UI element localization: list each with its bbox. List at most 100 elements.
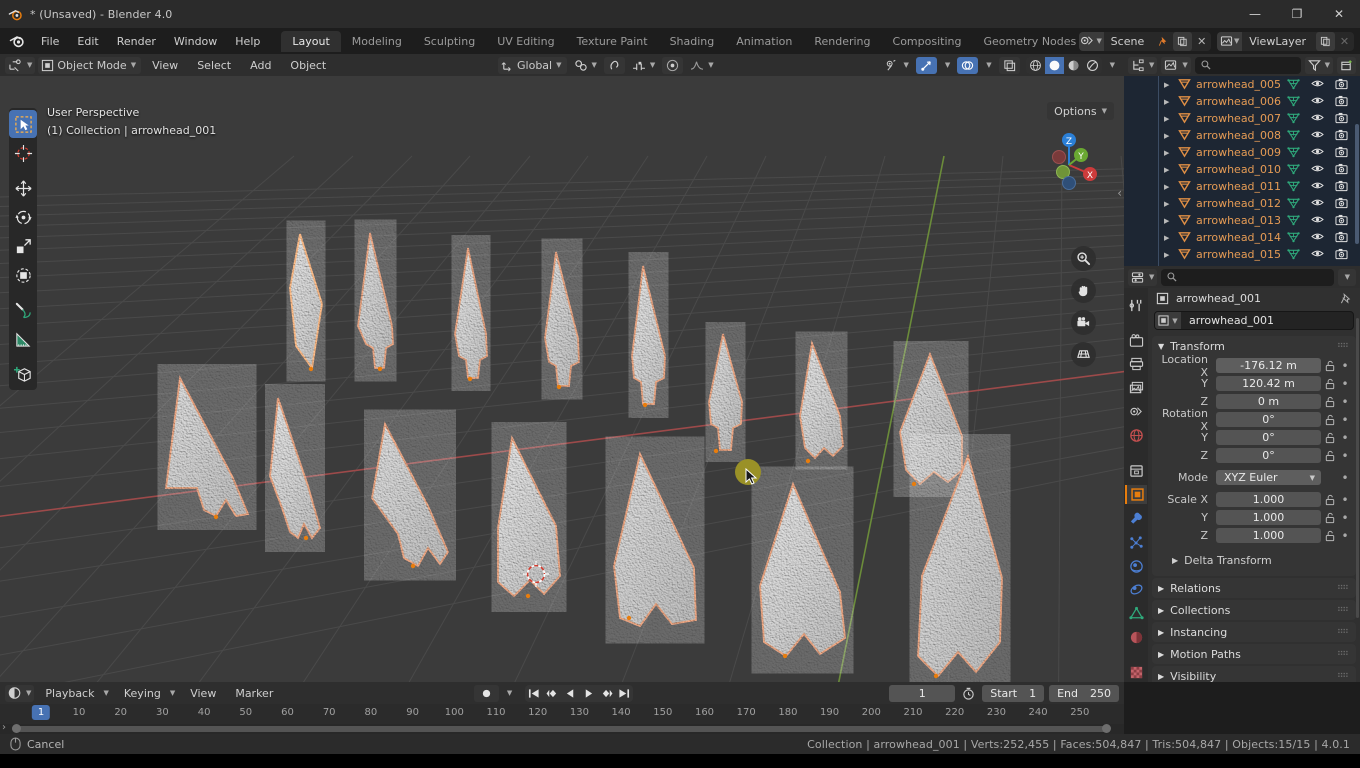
next-keyframe-icon[interactable]	[597, 685, 615, 702]
outliner-editor-type-button[interactable]: ▼	[1128, 56, 1158, 74]
current-frame-field[interactable]: 1	[889, 684, 956, 702]
timeline-menu-marker[interactable]: Marker	[227, 685, 281, 702]
lock-icon[interactable]	[1321, 432, 1338, 444]
tab-object-icon[interactable]	[1125, 485, 1147, 505]
properties-options-button[interactable]: ▼	[1337, 268, 1356, 286]
pan-hand-icon[interactable]	[1071, 278, 1096, 303]
menu-window[interactable]: Window	[165, 32, 226, 51]
hide-in-viewport-icon[interactable]	[1311, 180, 1324, 193]
delete-viewlayer-icon[interactable]: ✕	[1335, 32, 1354, 51]
snap-target-selector[interactable]: ▼	[570, 57, 601, 74]
jump-start-icon[interactable]	[525, 685, 543, 702]
expand-triangle-icon[interactable]: ▶	[1164, 98, 1169, 106]
outliner-row[interactable]: ▶ arrowhead_015	[1124, 246, 1360, 263]
tab-modeling[interactable]: Modeling	[341, 31, 413, 52]
timeline-menu-playback[interactable]: Playback	[37, 685, 102, 702]
disable-in-renders-icon[interactable]	[1335, 197, 1348, 210]
tool-cursor[interactable]	[9, 139, 37, 167]
tab-material-icon[interactable]	[1125, 628, 1147, 647]
field-value[interactable]: 0°	[1216, 412, 1321, 427]
hide-in-viewport-icon[interactable]	[1311, 146, 1324, 159]
hide-in-viewport-icon[interactable]	[1311, 231, 1324, 244]
lock-icon[interactable]	[1321, 360, 1338, 372]
end-frame-field[interactable]: End 250	[1049, 684, 1119, 702]
pin-id-icon[interactable]	[1340, 292, 1352, 305]
tab-animation[interactable]: Animation	[725, 31, 803, 52]
outliner-tree[interactable]: ▶ arrowhead_005 ▶ arrowhead_006 ▶ arrowhead_0…	[1124, 76, 1360, 266]
proportional-edit-toggle[interactable]	[662, 56, 684, 74]
tab-geometry-nodes[interactable]: Geometry Nodes	[972, 31, 1087, 52]
tool-annotate[interactable]	[9, 296, 37, 324]
timeline-expand-arrow[interactable]: ›	[2, 722, 6, 733]
timeline-menu-view[interactable]: View	[182, 685, 224, 702]
animate-dot-icon[interactable]: •	[1338, 431, 1352, 445]
outliner-row[interactable]: ▶ arrowhead_006	[1124, 93, 1360, 110]
outliner-display-mode-button[interactable]: ▼	[1161, 56, 1191, 74]
expand-triangle-icon[interactable]: ▶	[1164, 115, 1169, 123]
falloff-curve-selector[interactable]: ▼	[686, 57, 717, 74]
transform-orientation-selector[interactable]: Global ▼	[498, 56, 567, 74]
disable-in-renders-icon[interactable]	[1335, 248, 1348, 261]
timeline-playhead[interactable]: 1	[31, 705, 51, 720]
animate-dot-icon[interactable]: •	[1338, 511, 1352, 525]
field-value[interactable]: 120.42 m	[1216, 376, 1321, 391]
tab-texture-paint[interactable]: Texture Paint	[566, 31, 659, 52]
xray-toggle[interactable]	[998, 56, 1020, 74]
gizmo-toggle[interactable]	[915, 56, 937, 74]
shading-material-icon[interactable]	[1064, 57, 1083, 74]
viewport-options-button[interactable]: Options ▼	[1047, 102, 1114, 120]
expand-triangle-icon[interactable]: ▶	[1164, 251, 1169, 259]
collapsed-panel-header[interactable]: ▶ Collections	[1152, 600, 1356, 620]
overlay-options-selector[interactable]: ▼	[981, 57, 995, 74]
outliner-row[interactable]: ▶ arrowhead_014	[1124, 229, 1360, 246]
expand-triangle-icon[interactable]: ▶	[1164, 132, 1169, 140]
blender-menu-icon[interactable]	[6, 31, 28, 51]
play-icon[interactable]	[579, 685, 597, 702]
tab-compositing[interactable]: Compositing	[882, 31, 973, 52]
outliner-row[interactable]: ▶ arrowhead_012	[1124, 195, 1360, 212]
field-value[interactable]: 1.000	[1216, 528, 1321, 543]
rotation-mode-dropdown[interactable]: XYZ Euler ▼	[1216, 470, 1321, 485]
field-value[interactable]: 1.000	[1216, 492, 1321, 507]
editor-type-button[interactable]: ▼	[5, 56, 36, 74]
lock-icon[interactable]	[1321, 512, 1338, 524]
tool-rotate[interactable]	[9, 203, 37, 231]
tab-tool-icon[interactable]	[1125, 296, 1147, 315]
lock-icon[interactable]	[1321, 494, 1338, 506]
tab-scene-icon[interactable]	[1125, 403, 1147, 422]
disable-in-renders-icon[interactable]	[1335, 180, 1348, 193]
animate-dot-icon[interactable]: •	[1338, 359, 1352, 373]
viewport-canvas[interactable]: User Perspective (1) Collection | arrowh…	[0, 76, 1124, 682]
disable-in-renders-icon[interactable]	[1335, 146, 1348, 159]
use-preview-range-icon[interactable]	[958, 685, 979, 702]
field-value[interactable]: 0 m	[1216, 394, 1321, 409]
pin-scene-icon[interactable]	[1154, 32, 1173, 51]
disable-in-renders-icon[interactable]	[1335, 129, 1348, 142]
menu-edit[interactable]: Edit	[68, 32, 107, 51]
animate-dot-icon[interactable]: •	[1338, 493, 1352, 507]
animate-dot-icon[interactable]: •	[1338, 395, 1352, 409]
hide-in-viewport-icon[interactable]	[1311, 95, 1324, 108]
hide-in-viewport-icon[interactable]	[1311, 129, 1324, 142]
disable-in-renders-icon[interactable]	[1335, 112, 1348, 125]
expand-triangle-icon[interactable]: ▶	[1164, 81, 1169, 89]
tab-rendering[interactable]: Rendering	[803, 31, 881, 52]
lock-icon[interactable]	[1321, 396, 1338, 408]
outliner-new-collection-button[interactable]	[1337, 56, 1356, 74]
properties-panel-body[interactable]: arrowhead_001 ▼ arrowhead_001 ▼ Transfor…	[1148, 288, 1360, 682]
outliner-row[interactable]: ▶ arrowhead_008	[1124, 127, 1360, 144]
tool-scale[interactable]	[9, 232, 37, 260]
outliner-row[interactable]: ▶ arrowhead_007	[1124, 110, 1360, 127]
tab-physics-icon[interactable]	[1125, 557, 1147, 576]
shading-rendered-icon[interactable]	[1083, 57, 1102, 74]
expand-triangle-icon[interactable]: ▶	[1164, 149, 1169, 157]
animate-dot-icon[interactable]: •	[1338, 529, 1352, 543]
animate-dot-icon[interactable]: •	[1338, 449, 1352, 463]
timeline-horizontal-scrollbar[interactable]	[12, 726, 1110, 732]
collapsed-panel-header[interactable]: ▶ Motion Paths	[1152, 644, 1356, 664]
tab-layout[interactable]: Layout	[281, 30, 341, 52]
object-mode-selector[interactable]: Object Mode ▼	[38, 56, 142, 74]
viewport-menu-add[interactable]: Add	[242, 57, 279, 74]
gizmo-options-selector[interactable]: ▼	[940, 57, 954, 74]
mesh-data-icon[interactable]	[1287, 214, 1300, 227]
